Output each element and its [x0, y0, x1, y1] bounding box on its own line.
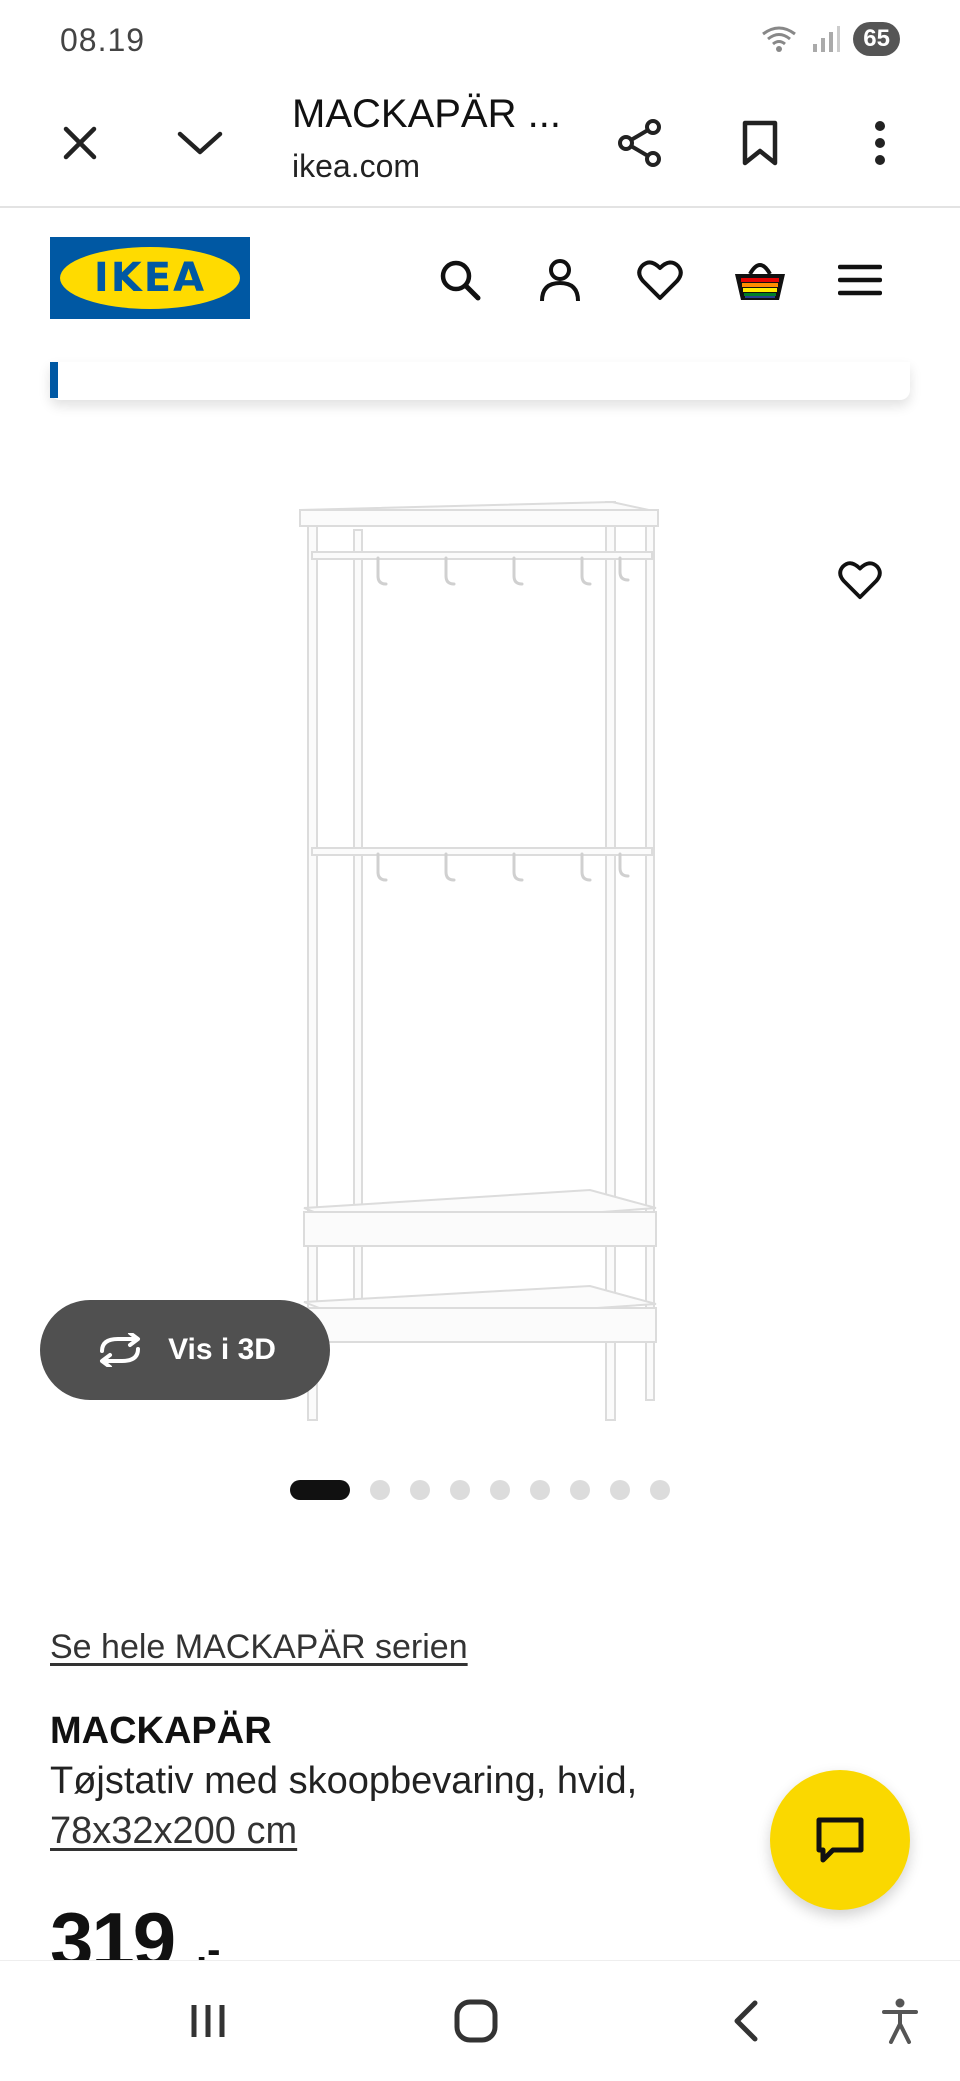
rotate-3d-icon: [100, 1333, 141, 1367]
collapse-button[interactable]: [150, 80, 250, 206]
carousel-dot[interactable]: [530, 1480, 550, 1500]
carousel-dot[interactable]: [570, 1480, 590, 1500]
search-button[interactable]: [420, 240, 500, 320]
accessibility-icon: [882, 1998, 918, 2044]
accessibility-button[interactable]: [840, 1961, 960, 2081]
home-icon: [454, 1999, 498, 2043]
status-time: 08.19: [60, 22, 146, 58]
share-icon: [618, 119, 661, 167]
carousel-dot[interactable]: [650, 1480, 670, 1500]
view-in-3d-label: Vis i 3D: [168, 1333, 276, 1366]
more-options-button[interactable]: [830, 80, 930, 206]
carousel-dot[interactable]: [370, 1480, 390, 1500]
wifi-icon: [762, 26, 797, 52]
share-button[interactable]: [590, 80, 690, 206]
profile-button[interactable]: [520, 240, 600, 320]
recent-apps-button[interactable]: [148, 1961, 268, 2081]
bookmark-button[interactable]: [710, 80, 810, 206]
hamburger-menu-icon: [838, 264, 882, 296]
product-size-link[interactable]: 78x32x200 cm: [50, 1810, 297, 1853]
image-carousel-indicator: [0, 1480, 960, 1500]
chat-icon: [816, 1817, 864, 1863]
system-navigation-bar: [0, 1960, 960, 2081]
chevron-down-icon: [177, 131, 223, 155]
signal-icon: [813, 26, 841, 52]
search-icon: [440, 260, 481, 301]
favorites-button[interactable]: [620, 240, 700, 320]
ikea-logo[interactable]: IKEA: [50, 237, 250, 319]
heart-icon: [838, 561, 882, 600]
tab-title: MACKAPÄR ...: [292, 92, 561, 136]
basket-button[interactable]: [720, 240, 800, 320]
product-name: MACKAPÄR: [50, 1710, 272, 1752]
home-button[interactable]: [416, 1961, 536, 2081]
carousel-dot-active[interactable]: [290, 1480, 350, 1500]
tab-url[interactable]: ikea.com: [292, 148, 420, 185]
status-icons: 65: [759, 22, 900, 56]
battery-indicator: 65: [853, 22, 900, 56]
menu-button[interactable]: [820, 240, 900, 320]
back-button[interactable]: [686, 1961, 806, 2081]
collapsed-card: [50, 362, 910, 400]
add-to-favorites-button[interactable]: [820, 545, 900, 615]
product-image[interactable]: [290, 490, 670, 1430]
heart-icon: [637, 260, 683, 300]
chat-button[interactable]: [770, 1770, 910, 1910]
close-icon: [63, 126, 97, 160]
basket-icon: [735, 263, 785, 300]
status-bar: 08.19 65: [0, 0, 960, 80]
back-icon: [734, 2000, 758, 2042]
carousel-dot[interactable]: [490, 1480, 510, 1500]
product-description: Tøjstativ med skoopbevaring, hvid,: [50, 1760, 638, 1802]
user-icon: [540, 259, 580, 302]
carousel-dot[interactable]: [450, 1480, 470, 1500]
close-tab-button[interactable]: [30, 80, 130, 206]
series-link[interactable]: Se hele MACKAPÄR serien: [50, 1628, 468, 1667]
recent-apps-icon: [191, 2005, 225, 2037]
bookmark-icon: [742, 120, 778, 166]
carousel-dot[interactable]: [410, 1480, 430, 1500]
carousel-dot[interactable]: [610, 1480, 630, 1500]
logo-text: IKEA: [93, 255, 207, 301]
card-accent: [50, 362, 58, 398]
more-vertical-icon: [875, 121, 885, 165]
view-in-3d-button[interactable]: Vis i 3D: [40, 1300, 330, 1400]
